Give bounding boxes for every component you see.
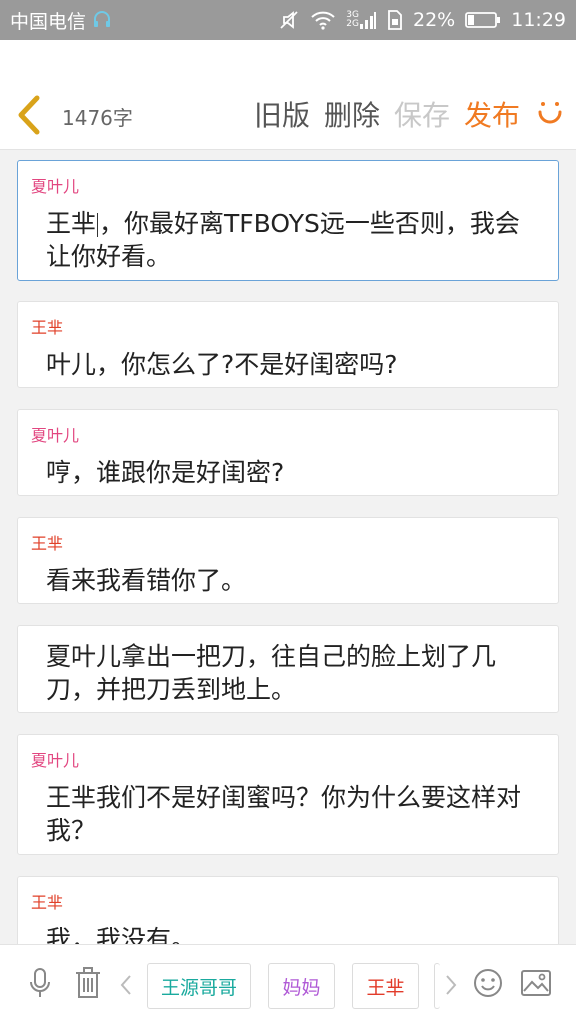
narration-text[interactable]: 夏叶儿拿出一把刀，往自己的脸上划了几刀，并把刀丢到地上。 [46,640,538,706]
entry-card[interactable]: 夏叶儿 王芈我们不是好闺蜜吗？你为什么要这样对我？ [17,734,559,855]
entry-card[interactable]: 夏叶儿 王芈 ，你最好离TFBOYS远一些否则，我会让你好看。 [17,160,559,281]
editor-toolbar: 1476字 旧版 删除 保存 发布 [0,40,576,150]
speaker-label: 王芈 [31,534,64,553]
speaker-label: 王芈 [31,893,64,912]
entry-card[interactable]: 王芈 看来我看错你了。 [17,517,559,604]
narration-card[interactable]: 夏叶儿拿出一把刀，往自己的脸上划了几刀，并把刀丢到地上。 [17,625,559,713]
image-icon[interactable] [518,965,554,1001]
sim-icon [387,10,403,30]
speaker-label: 夏叶儿 [31,177,80,196]
back-button[interactable] [12,92,46,138]
entry-text-after-caret: ，你最好离TFBOYS远一些否则，我会让你好看。 [46,209,520,271]
entry-text-before-caret: 王芈 [46,209,97,238]
back-chevron-icon [18,95,40,135]
entry-text[interactable]: 叶儿，你怎么了?不是好闺密吗? [46,348,538,381]
text-caret [97,213,99,237]
character-chip-partial[interactable] [434,963,440,1009]
speaker-label: 夏叶儿 [31,751,80,770]
chevron-right-icon[interactable] [443,973,459,997]
emoji-icon[interactable] [470,965,506,1001]
speaker-label: 夏叶儿 [31,426,80,445]
microphone-icon[interactable] [22,965,58,1001]
delete-button[interactable]: 删除 [324,94,380,134]
carrier-name: 中国电信 [10,10,87,33]
character-chip[interactable]: 王源哥哥 [147,963,251,1009]
network-type: 3G 2G [346,11,359,29]
character-chip[interactable]: 王芈 [352,963,419,1009]
entry-text[interactable]: 我，我没有。 [46,923,538,944]
toolbar-actions: 旧版 删除 保存 发布 [254,94,566,134]
entry-text[interactable]: 看来我看错你了。 [46,564,538,597]
save-button[interactable]: 保存 [394,94,450,134]
battery-percent: 22% [413,9,456,31]
chevron-left-icon[interactable] [118,973,134,997]
network-bottom-label: 2G [346,19,359,29]
entry-card[interactable]: 夏叶儿 哼，谁跟你是好闺密? [17,409,559,496]
carrier-group: 中国电信 [10,7,112,34]
entry-text[interactable]: 哼，谁跟你是好闺密? [46,456,538,489]
entry-text[interactable]: 王芈我们不是好闺蜜吗？你为什么要这样对我？ [46,781,538,847]
mute-icon [278,9,300,31]
clock-time: 11:29 [511,9,566,31]
battery-icon [465,11,501,29]
speaker-label: 王芈 [31,318,64,337]
old-version-button[interactable]: 旧版 [254,94,310,134]
smile-icon [534,98,566,130]
entry-card[interactable]: 王芈 叶儿，你怎么了?不是好闺密吗? [17,301,559,388]
status-right: 3G 2G 22% 11:29 [278,9,566,31]
word-count: 1476字 [62,106,133,130]
publish-button[interactable]: 发布 [464,94,520,134]
entry-list[interactable]: 夏叶儿 王芈 ，你最好离TFBOYS远一些否则，我会让你好看。 王芈 叶儿，你怎么… [0,150,576,944]
trash-icon[interactable] [70,965,106,1001]
entry-text[interactable]: 王芈 ，你最好离TFBOYS远一些否则，我会让你好看。 [46,207,538,273]
signal-icon: 3G 2G [346,10,377,30]
entry-card[interactable]: 王芈 我，我没有。 [17,876,559,944]
bottom-toolbar: 王源哥哥 妈妈 王芈 [0,944,576,1024]
headset-icon [92,10,112,30]
wifi-icon [310,10,336,30]
status-bar: 中国电信 3G 2G 22% 11:29 [0,0,576,40]
character-chip[interactable]: 妈妈 [268,963,335,1009]
